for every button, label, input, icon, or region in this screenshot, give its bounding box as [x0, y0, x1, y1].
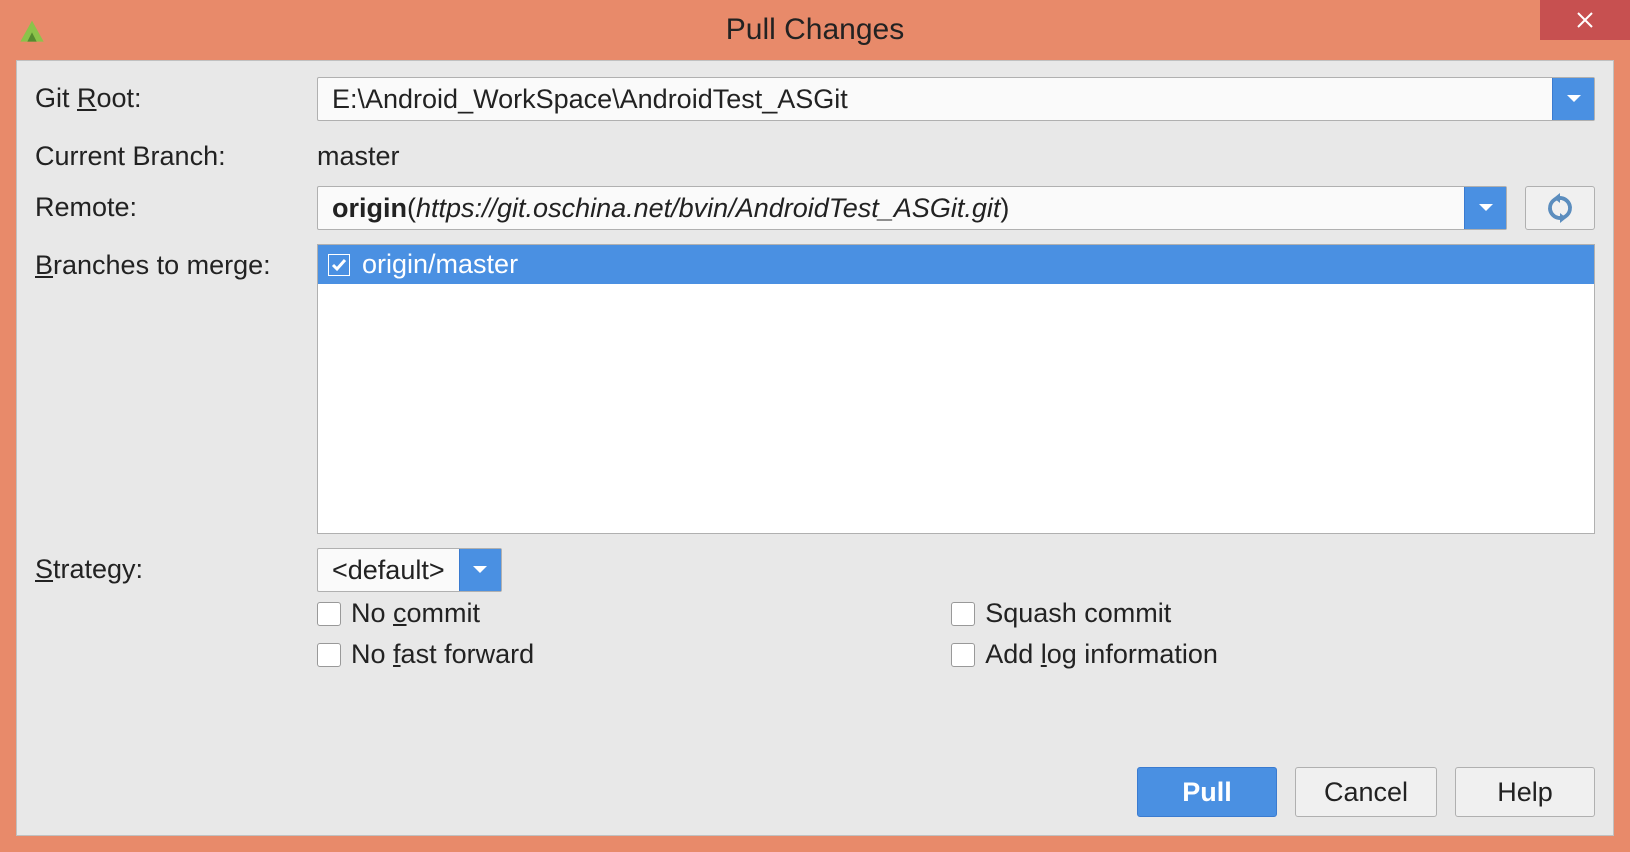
no-commit-checkbox[interactable]: No commit	[317, 598, 911, 629]
close-icon	[1576, 11, 1594, 29]
branches-label: Branches to merge:	[35, 244, 305, 281]
current-branch-value: master	[317, 135, 1595, 172]
checkbox-box	[317, 643, 341, 667]
refresh-icon	[1545, 193, 1575, 223]
remote-dropdown-arrow[interactable]	[1464, 187, 1506, 229]
close-button[interactable]	[1540, 0, 1630, 40]
git-root-value: E:\Android_WorkSpace\AndroidTest_ASGit	[318, 78, 1552, 120]
remote-row: origin(https://git.oschina.net/bvin/Andr…	[317, 186, 1595, 230]
no-fast-forward-checkbox[interactable]: No fast forward	[317, 639, 911, 670]
remote-combo[interactable]: origin(https://git.oschina.net/bvin/Andr…	[317, 186, 1507, 230]
squash-commit-checkbox[interactable]: Squash commit	[951, 598, 1595, 629]
current-branch-label: Current Branch:	[35, 135, 305, 172]
chevron-down-icon	[1566, 94, 1582, 104]
git-root-combo[interactable]: E:\Android_WorkSpace\AndroidTest_ASGit	[317, 77, 1595, 121]
help-button[interactable]: Help	[1455, 767, 1595, 817]
dialog-content: Git Root: E:\Android_WorkSpace\AndroidTe…	[16, 60, 1614, 836]
strategy-label: Strategy:	[35, 548, 305, 585]
strategy-value: <default>	[318, 549, 459, 591]
titlebar: Pull Changes	[0, 0, 1630, 60]
button-row: Pull Cancel Help	[35, 747, 1595, 817]
remote-label: Remote:	[35, 186, 305, 223]
options-grid: No commit Squash commit No fast forward …	[317, 598, 1595, 670]
window-title: Pull Changes	[0, 13, 1630, 47]
git-root-dropdown-arrow[interactable]	[1552, 78, 1594, 120]
strategy-cell: <default> No commit Squash commit No fas…	[317, 548, 1595, 670]
branches-list[interactable]: origin/master	[317, 244, 1595, 534]
checkbox-box	[317, 602, 341, 626]
branch-item-label: origin/master	[362, 249, 518, 280]
app-icon	[18, 16, 46, 44]
chevron-down-icon	[1478, 203, 1494, 213]
strategy-dropdown-arrow[interactable]	[459, 549, 501, 591]
checkbox-box	[951, 643, 975, 667]
remote-value: origin(https://git.oschina.net/bvin/Andr…	[318, 187, 1464, 229]
branch-item[interactable]: origin/master	[318, 245, 1594, 284]
cancel-button[interactable]: Cancel	[1295, 767, 1437, 817]
git-root-label: Git Root:	[35, 77, 305, 114]
refresh-button[interactable]	[1525, 186, 1595, 230]
strategy-combo[interactable]: <default>	[317, 548, 502, 592]
chevron-down-icon	[472, 565, 488, 575]
pull-button[interactable]: Pull	[1137, 767, 1277, 817]
check-icon	[331, 258, 347, 272]
add-log-info-checkbox[interactable]: Add log information	[951, 639, 1595, 670]
branch-checkbox[interactable]	[328, 254, 350, 276]
checkbox-box	[951, 602, 975, 626]
